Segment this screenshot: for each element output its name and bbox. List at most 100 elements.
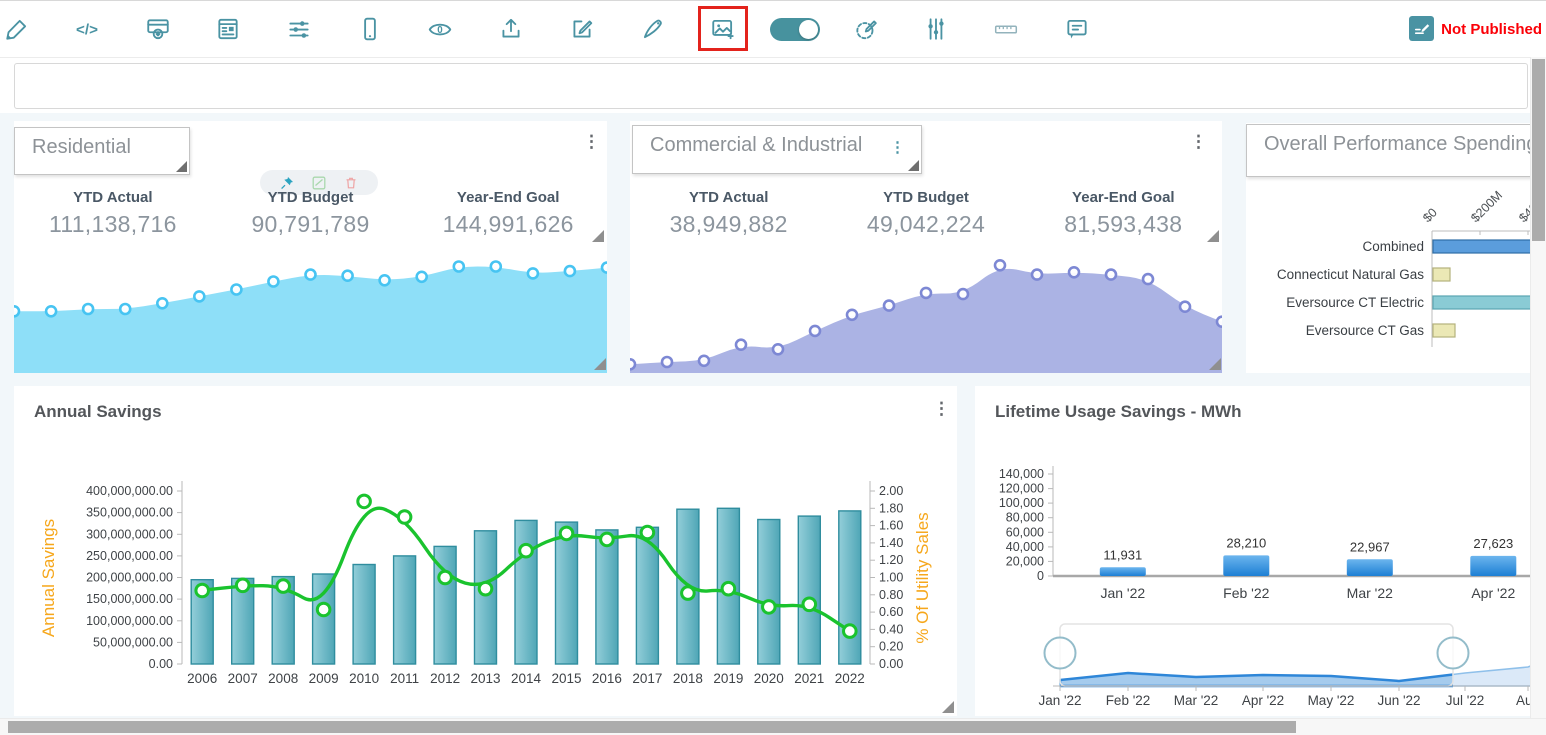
annual-savings-widget[interactable]: Annual Savings ⋮ 0.0050,000,000.00100,00… [14,386,957,716]
delete-icon[interactable] [344,176,358,190]
vertical-scrollbar [1530,57,1546,719]
horizontal-scrollbar [0,718,1546,735]
overall-title-box[interactable]: Overall Performance Spending [1246,124,1546,177]
kpi-value: 81,593,438 [1025,211,1222,238]
kpi-value: 90,791,789 [212,211,410,238]
horizontal-scrollbar-thumb[interactable] [8,721,1296,733]
svg-text:1.00: 1.00 [879,571,903,585]
svg-text:2014: 2014 [511,671,542,686]
layout-icon[interactable] [215,16,241,42]
svg-text:50,000,000.00: 50,000,000.00 [93,635,173,649]
svg-text:28,210: 28,210 [1226,535,1266,550]
svg-text:</>: </> [76,21,98,38]
svg-text:2015: 2015 [551,671,581,686]
svg-text:Annual Savings: Annual Savings [39,519,58,637]
svg-text:100,000: 100,000 [999,496,1044,510]
svg-text:120,000: 120,000 [999,482,1044,496]
highlight-box [698,6,748,51]
residential-area-chart[interactable] [14,246,607,373]
add-image-icon[interactable] [710,16,736,42]
views-counter-icon[interactable]: 0 [427,16,453,42]
overall-spending-bar-chart[interactable]: $0$200M$400MCombinedConnecticut Natural … [1246,181,1546,371]
svg-text:0.00: 0.00 [879,657,903,671]
edit-chart-icon[interactable] [312,176,326,190]
comments-icon[interactable] [1064,16,1090,42]
svg-text:0.80: 0.80 [879,588,903,602]
lifetime-usage-widget[interactable]: Lifetime Usage Savings - MWh 020,00040,0… [975,386,1546,716]
svg-text:200,000,000.00: 200,000,000.00 [86,571,173,585]
resize-handle[interactable] [1207,230,1219,242]
dashboard-title-input[interactable] [14,63,1528,109]
svg-text:2007: 2007 [228,671,258,686]
annual-savings-combo-chart[interactable]: 0.0050,000,000.00100,000,000.00150,000,0… [14,386,957,716]
svg-text:27,623: 27,623 [1473,536,1513,551]
svg-text:Mar '22: Mar '22 [1347,585,1393,601]
kpi-ytd-actual: YTD Actual 38,949,882 [630,189,827,238]
resize-handle[interactable] [942,701,954,713]
mobile-preview-icon[interactable] [357,16,383,42]
svg-text:0: 0 [1037,569,1044,583]
svg-text:Eversource CT Gas: Eversource CT Gas [1306,323,1425,338]
commercial-kpis: YTD Actual 38,949,882 YTD Budget 49,042,… [630,189,1222,238]
svg-text:$200M: $200M [1468,188,1505,225]
publish-doc-icon[interactable] [1409,16,1434,41]
svg-text:140,000: 140,000 [999,467,1044,481]
kpi-ytd-budget: YTD Budget 90,791,789 [212,189,410,238]
svg-text:Apr '22: Apr '22 [1471,585,1515,601]
edit-pen-icon[interactable] [4,16,30,42]
svg-text:0: 0 [437,25,443,36]
kpi-label: YTD Actual [630,189,827,206]
svg-text:Jan '22: Jan '22 [1100,585,1145,601]
kpi-label: Year-End Goal [1025,189,1222,206]
filter-sliders-icon[interactable] [286,16,312,42]
svg-text:250,000,000.00: 250,000,000.00 [86,549,173,563]
widget-title: Overall Performance Spending [1247,125,1546,156]
style-pen-icon[interactable] [640,16,666,42]
vertical-scrollbar-thumb[interactable] [1532,59,1545,241]
commercial-area-chart[interactable] [630,246,1222,373]
equalizer-icon[interactable] [923,16,949,42]
resize-handle[interactable] [594,358,606,370]
title-box-menu-icon[interactable]: ⋮ [890,140,905,155]
svg-text:2019: 2019 [713,671,743,686]
resize-handle[interactable] [592,230,604,242]
svg-text:60,000: 60,000 [1006,525,1044,539]
resize-handle[interactable] [908,160,919,171]
widget-icon[interactable] [145,16,171,42]
publish-toggle[interactable] [770,18,820,41]
lifetime-usage-bar-chart[interactable]: 020,00040,00060,00080,000100,000120,0001… [975,386,1546,716]
svg-text:May '22: May '22 [1308,693,1355,708]
kpi-label: YTD Budget [212,189,410,206]
notes-icon[interactable] [569,16,595,42]
commercial-menu-icon[interactable]: ⋮ [1190,133,1207,150]
pin-icon[interactable] [280,176,294,190]
svg-text:1.40: 1.40 [879,536,903,550]
kpi-ytd-budget: YTD Budget 49,042,224 [827,189,1024,238]
svg-text:22,967: 22,967 [1350,539,1390,554]
svg-text:1.80: 1.80 [879,501,903,515]
svg-text:Jun '22: Jun '22 [1377,693,1420,708]
svg-text:Apr '22: Apr '22 [1242,693,1284,708]
svg-text:2008: 2008 [268,671,298,686]
svg-text:2006: 2006 [187,671,217,686]
svg-text:40,000: 40,000 [1006,540,1044,554]
toggle-knob [799,20,818,39]
kpi-label: YTD Budget [827,189,1024,206]
draw-style-icon[interactable] [853,16,879,42]
svg-text:Jan '22: Jan '22 [1038,693,1081,708]
publish-status: Not Published [1441,21,1542,38]
svg-text:400,000,000.00: 400,000,000.00 [86,484,173,498]
ruler-icon[interactable] [993,16,1019,42]
svg-text:Combined: Combined [1362,239,1424,254]
kpi-label: YTD Actual [14,189,212,206]
code-icon[interactable]: </> [74,16,100,42]
svg-text:2013: 2013 [470,671,500,686]
commercial-title-box[interactable]: Commercial & Industrial ⋮ [632,125,922,174]
resize-handle[interactable] [1209,358,1221,370]
svg-text:2009: 2009 [309,671,339,686]
share-icon[interactable] [498,16,524,42]
residential-title-box[interactable]: Residential [14,127,190,175]
resize-handle[interactable] [176,161,187,172]
residential-menu-icon[interactable]: ⋮ [583,133,600,150]
svg-text:Feb '22: Feb '22 [1106,693,1151,708]
